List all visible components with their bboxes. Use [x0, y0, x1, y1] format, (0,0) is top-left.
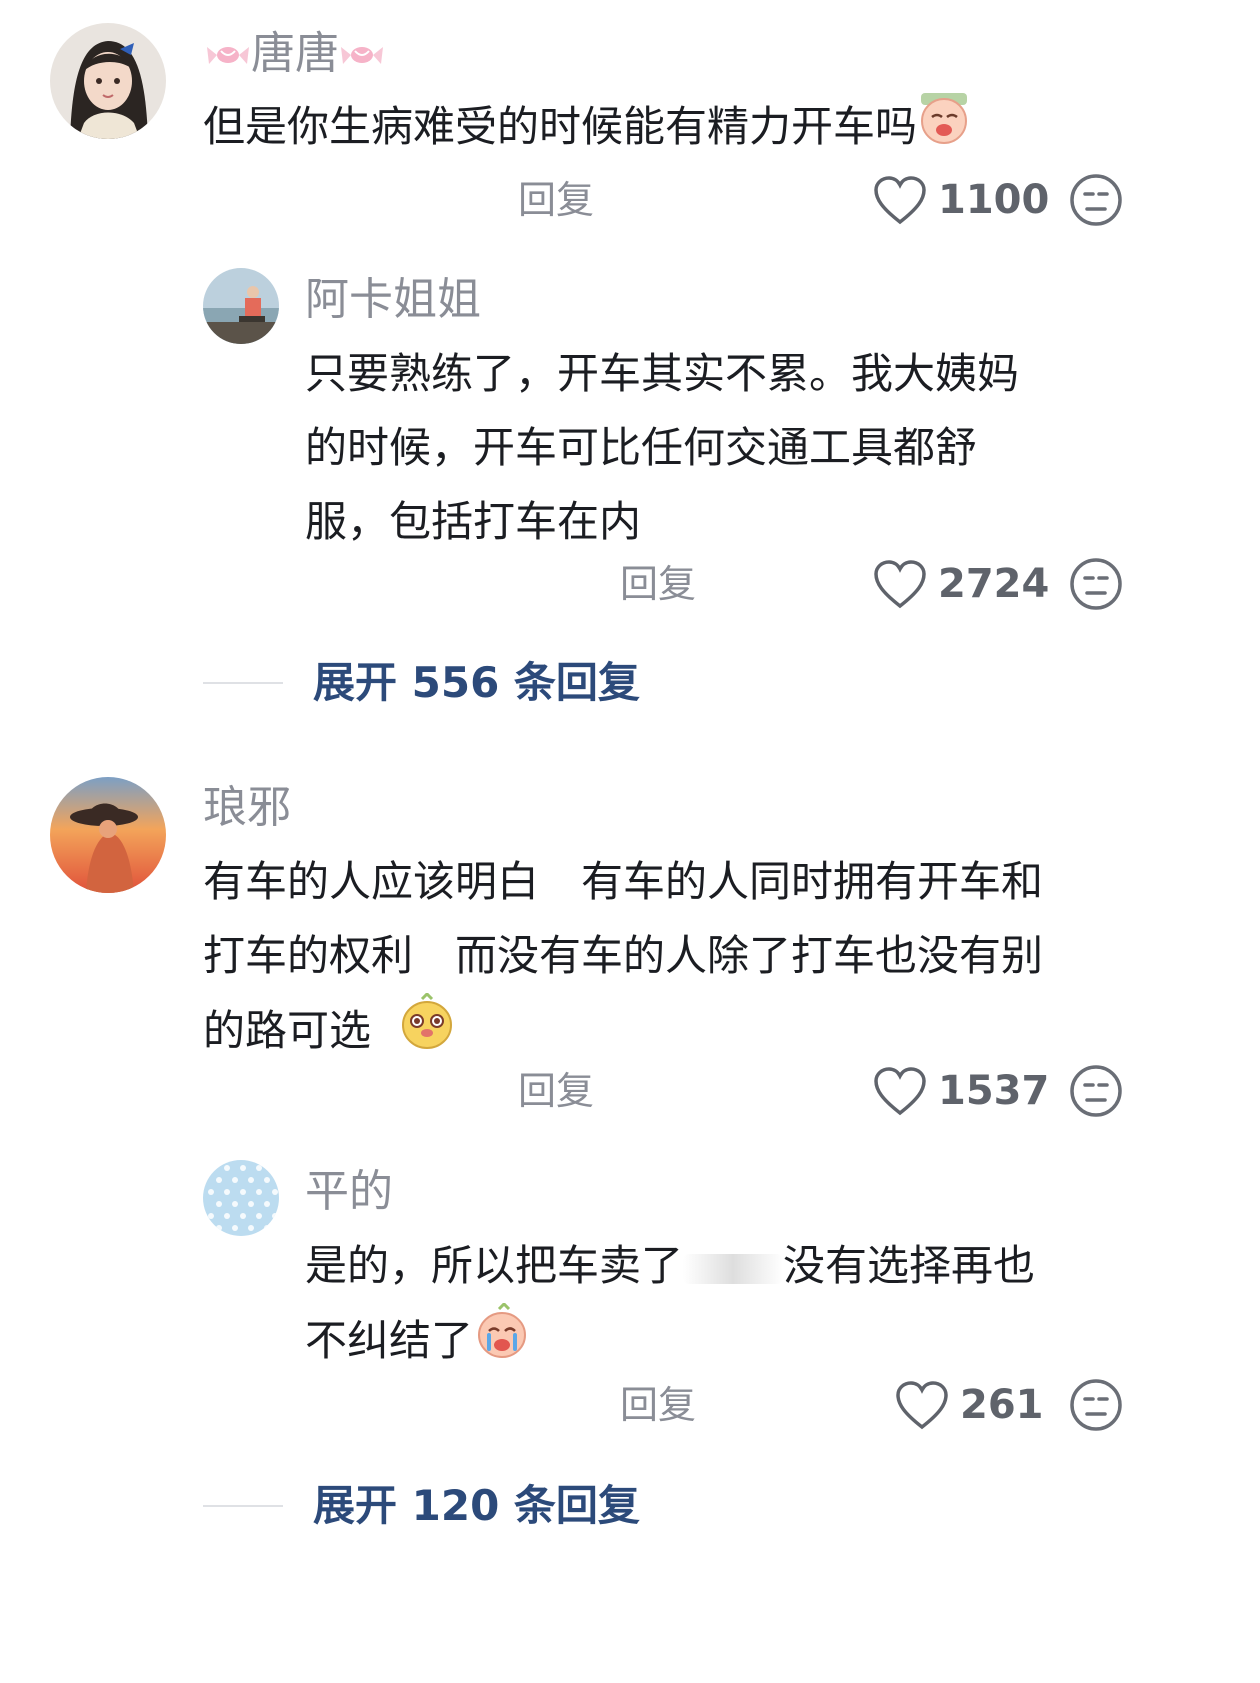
neutral-face-icon: [1070, 1379, 1122, 1431]
expand-replies[interactable]: 展开 556 条回复: [203, 655, 640, 711]
avatar[interactable]: [203, 268, 279, 344]
dislike-button[interactable]: [1068, 556, 1124, 612]
divider: [203, 682, 283, 684]
neutral-face-icon: [1070, 174, 1122, 226]
tears-emoji: [473, 1301, 531, 1384]
reply-content: 是的，所以把车卖了 没有选择再也不纠结了: [305, 1229, 1065, 1384]
dislike-button[interactable]: [1068, 1377, 1124, 1433]
like-button[interactable]: 1537: [872, 1065, 1049, 1117]
crying-emoji: [917, 91, 971, 168]
heart-icon: [874, 560, 926, 609]
candy-icon: [205, 28, 251, 84]
expand-replies-label: 展开 120 条回复: [313, 1481, 640, 1530]
candy-icon: [339, 28, 385, 84]
expand-replies[interactable]: 展开 120 条回复: [203, 1478, 640, 1534]
expand-replies-label: 展开 556 条回复: [313, 658, 640, 707]
blurred-text: [683, 1253, 784, 1284]
reply-content: 只要熟练了，开车其实不累。我大姨妈的时候，开车可比任何交通工具都舒服，包括打车在…: [305, 349, 1020, 546]
reply-button[interactable]: 回复: [620, 560, 696, 608]
username[interactable]: 琅邪: [203, 780, 291, 836]
avatar[interactable]: [50, 777, 166, 893]
username[interactable]: 平的: [305, 1164, 393, 1220]
username[interactable]: 唐唐: [205, 26, 385, 84]
username[interactable]: 阿卡姐姐: [305, 272, 481, 328]
comment-content: 但是你生病难受的时候能有精力开车吗: [203, 90, 1063, 168]
avatar[interactable]: [50, 23, 166, 139]
like-count: 261: [960, 1382, 1044, 1428]
like-button[interactable]: 1100: [872, 174, 1049, 226]
neutral-face-icon: [1070, 1065, 1122, 1117]
divider: [203, 1505, 283, 1507]
reply-button[interactable]: 回复: [620, 1381, 696, 1429]
heart-icon: [896, 1381, 948, 1430]
heart-icon: [874, 1067, 926, 1116]
like-button[interactable]: 261: [894, 1379, 1044, 1431]
dislike-button[interactable]: [1068, 1063, 1124, 1119]
avatar[interactable]: [203, 1160, 279, 1236]
dislike-button[interactable]: [1068, 172, 1124, 228]
like-count: 1537: [938, 1068, 1050, 1114]
meerkat-emoji: [398, 991, 456, 1074]
heart-icon: [874, 176, 926, 225]
reply-button[interactable]: 回复: [518, 176, 594, 224]
reply-button[interactable]: 回复: [518, 1067, 594, 1115]
neutral-face-icon: [1070, 558, 1122, 610]
comment-content: 有车的人应该明白 有车的人同时拥有开车和打车的权利 而没有车的人除了打车也没有别…: [203, 845, 1043, 1074]
like-count: 1100: [938, 177, 1050, 223]
like-count: 2724: [938, 561, 1050, 607]
like-button[interactable]: 2724: [872, 558, 1049, 610]
